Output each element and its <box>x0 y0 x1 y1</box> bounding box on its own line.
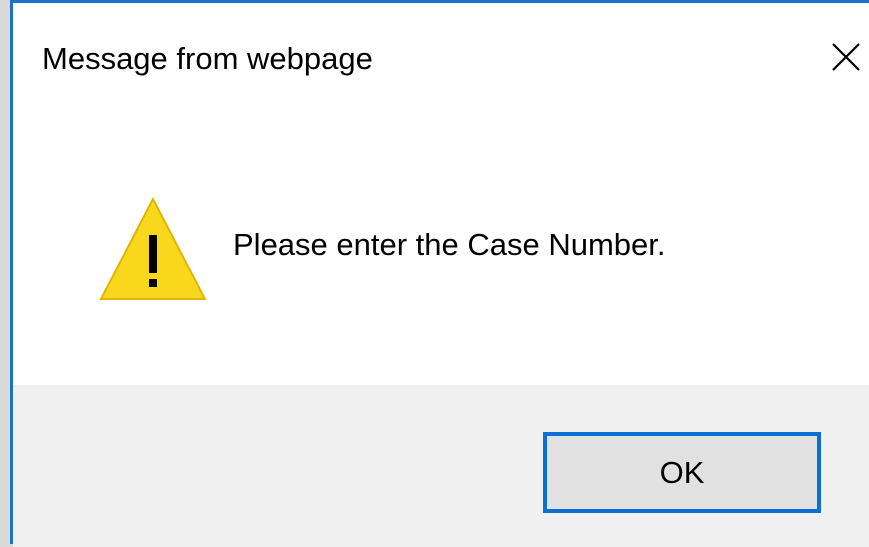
dialog-content: Please enter the Case Number. <box>13 103 869 385</box>
warning-icon <box>99 196 207 300</box>
dialog-title: Message from webpage <box>42 41 373 76</box>
message-dialog: Message from webpage Please enter the Ca… <box>10 0 869 547</box>
dialog-footer: OK <box>13 385 869 547</box>
close-icon <box>832 43 860 71</box>
close-button[interactable] <box>813 27 869 89</box>
dialog-message: Please enter the Case Number. <box>233 227 666 262</box>
dialog-titlebar: Message from webpage <box>13 3 869 103</box>
ok-button[interactable]: OK <box>543 432 821 513</box>
